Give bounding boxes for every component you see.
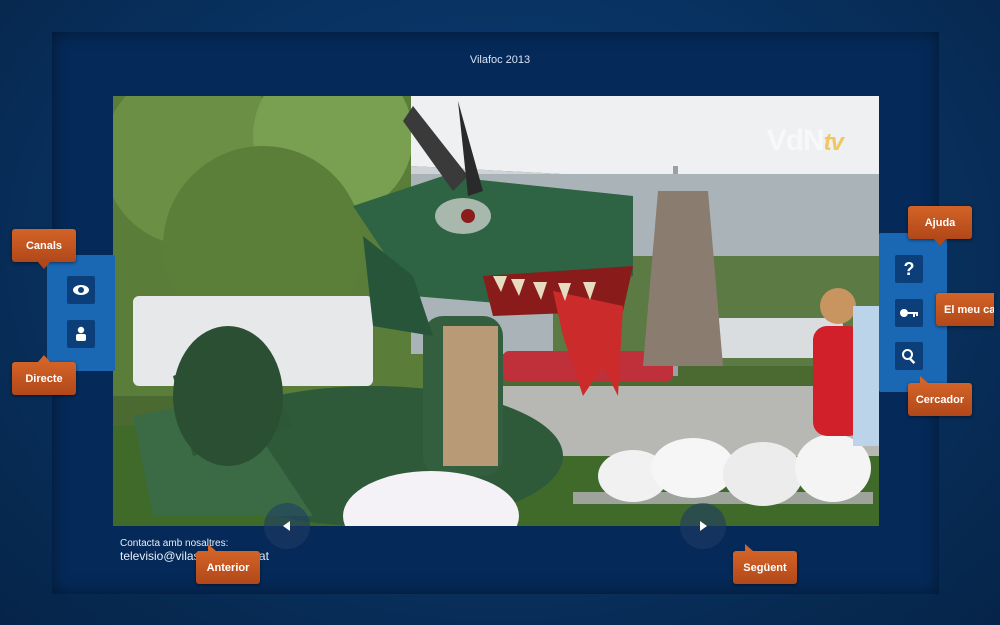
my-channel-button[interactable] [895,299,923,327]
live-tooltip[interactable]: Directe [12,355,76,395]
search-tooltip[interactable]: Cercador [908,376,972,416]
next-button[interactable]: Següent [733,544,797,584]
help-icon: ? [903,258,915,279]
help-tooltip[interactable]: Ajuda [908,206,972,246]
video-frame-image [113,96,879,526]
search-button[interactable] [895,342,923,370]
channels-tooltip[interactable]: Canals [12,229,76,269]
person-icon [76,326,86,341]
previous-button[interactable]: Anterior [196,544,260,584]
channels-button[interactable] [67,276,95,304]
previous-arrow-button[interactable] [264,503,310,549]
help-button[interactable]: ? [895,255,923,283]
next-arrow-button[interactable] [680,503,726,549]
arrow-left-icon [283,521,290,531]
key-icon [900,309,918,317]
my-channel-tooltip[interactable]: El meu canal [936,293,994,326]
live-button[interactable] [67,320,95,348]
video-player[interactable]: VdNtv [113,96,879,526]
page-title: Vilafoc 2013 [469,54,531,66]
search-icon [902,349,916,364]
left-side-panel [47,255,115,371]
channel-logo: VdNtv [766,124,844,157]
eye-icon [73,285,89,295]
arrow-right-icon [700,521,707,531]
